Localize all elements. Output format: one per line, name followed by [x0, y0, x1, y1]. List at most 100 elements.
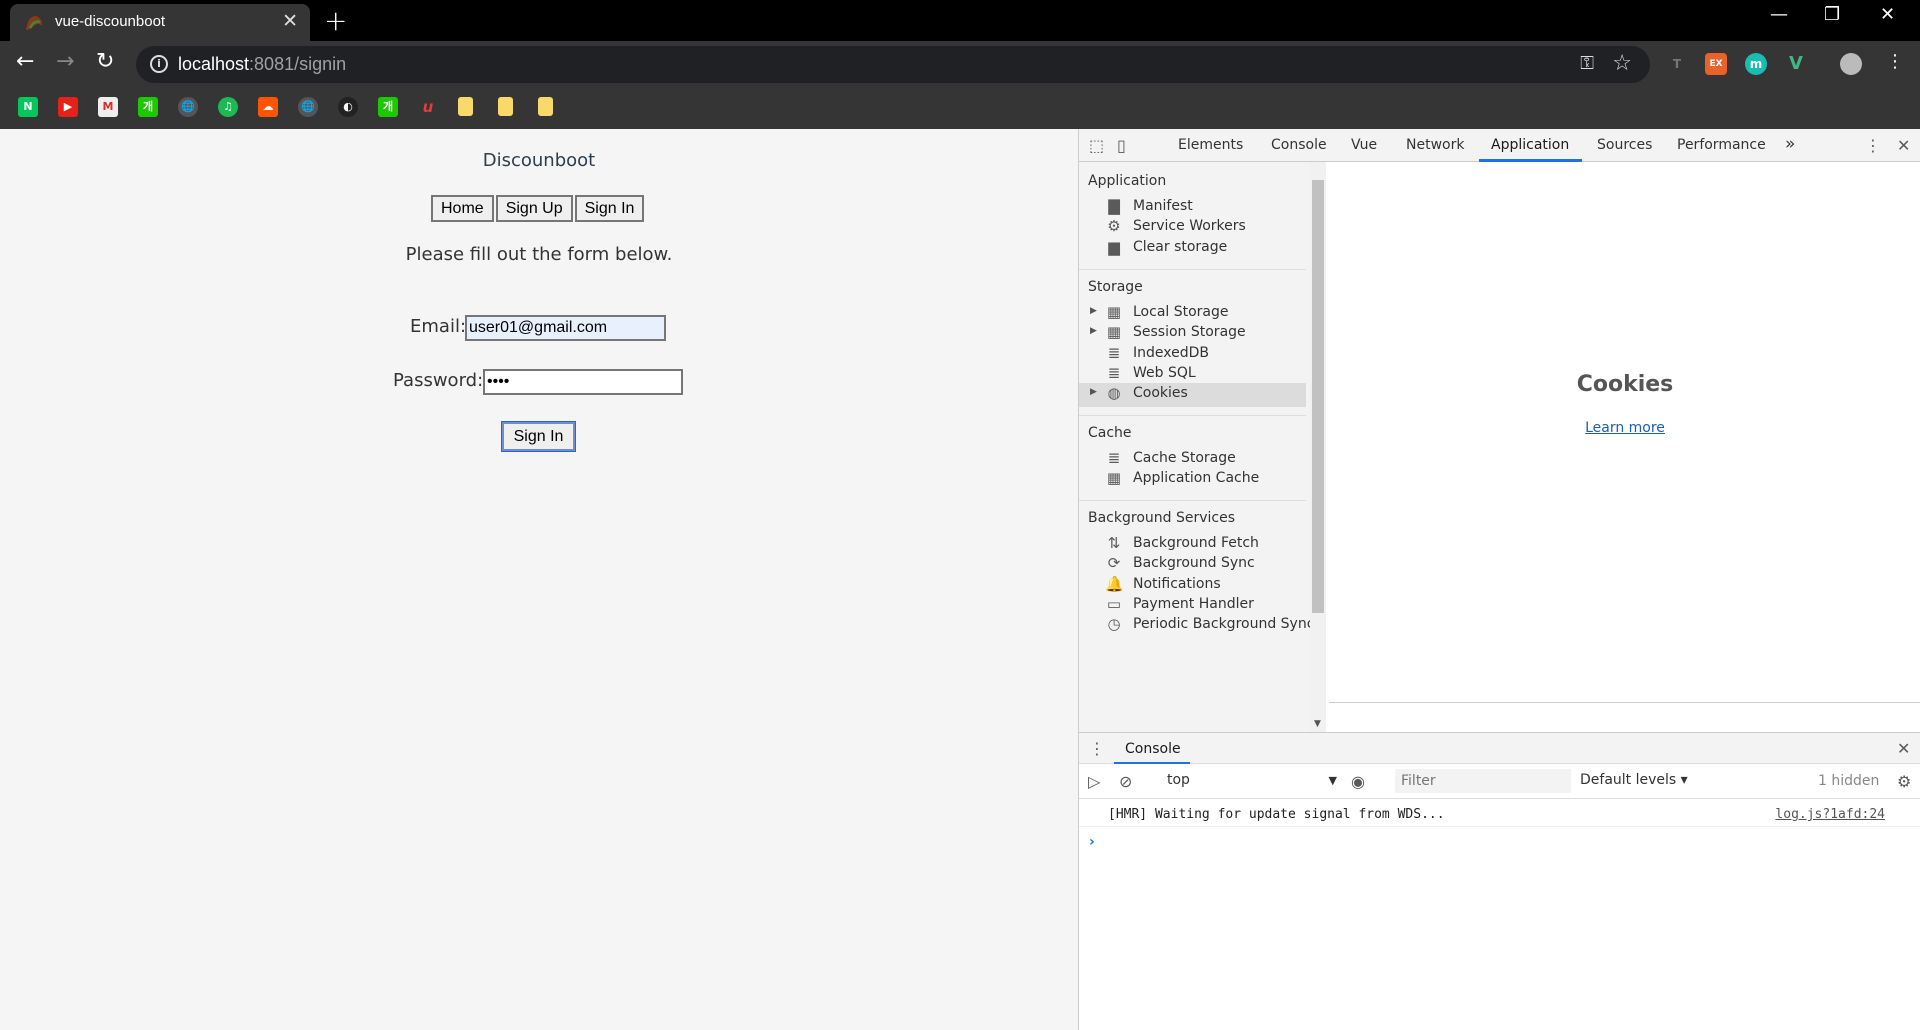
- context-select[interactable]: top ▼: [1167, 772, 1337, 788]
- vue-devtools-icon[interactable]: V: [1785, 53, 1807, 75]
- form-instructions: Please fill out the form below.: [405, 244, 673, 265]
- learn-more-link[interactable]: Learn more: [1329, 420, 1920, 436]
- url-text[interactable]: localhost:8081/signin: [178, 54, 346, 75]
- bookmark-folder-icon[interactable]: [458, 97, 473, 116]
- bookmark-gmail-icon[interactable]: M: [98, 97, 118, 117]
- divider: [1079, 500, 1306, 501]
- cookie-icon: ◍: [1107, 384, 1121, 402]
- reload-icon[interactable]: ↻: [96, 49, 114, 74]
- sign-in-submit-button[interactable]: Sign In: [501, 421, 576, 452]
- gear-icon: ⚙: [1107, 217, 1121, 235]
- bookmark-u-icon[interactable]: u: [418, 97, 438, 117]
- sync-icon: ⟳: [1107, 554, 1121, 572]
- tab-network[interactable]: Network: [1406, 137, 1464, 153]
- password-field[interactable]: [483, 369, 683, 395]
- bookmark-star-icon[interactable]: ☆: [1612, 51, 1632, 76]
- email-field[interactable]: [465, 315, 666, 341]
- console-filter-input[interactable]: [1395, 769, 1571, 793]
- drawer-tab-console[interactable]: Console: [1125, 741, 1181, 757]
- console-message-text: [HMR] Waiting for update signal from WDS…: [1108, 807, 1445, 822]
- document-icon: ▇: [1108, 197, 1120, 215]
- tab-application[interactable]: Application: [1491, 137, 1569, 153]
- forward-icon[interactable]: →: [56, 49, 74, 74]
- expand-arrow-icon[interactable]: ▶: [1090, 326, 1097, 336]
- bookmark-spotify-icon[interactable]: ♫: [218, 97, 238, 117]
- application-sidebar: Application ▇ Manifest ⚙ Service Workers…: [1079, 162, 1311, 732]
- window-close-icon[interactable]: ✕: [1880, 4, 1895, 25]
- browser-tab[interactable]: vue-discounboot ✕: [10, 4, 310, 41]
- section-background-services: Background Services: [1088, 510, 1236, 526]
- scroll-down-arrow-icon[interactable]: ▼: [1314, 719, 1321, 729]
- tab-console[interactable]: Console: [1271, 137, 1327, 153]
- bookmark-green-icon[interactable]: 개: [378, 97, 398, 117]
- grid-icon: ▦: [1106, 303, 1122, 321]
- section-storage: Storage: [1088, 279, 1143, 295]
- sidebar-toggle-icon[interactable]: ▷: [1088, 772, 1106, 791]
- tab-vue[interactable]: Vue: [1351, 137, 1377, 153]
- log-levels-dropdown[interactable]: Default levels ▾: [1580, 772, 1688, 788]
- key-icon[interactable]: ⚿: [1580, 53, 1594, 74]
- database-icon: ≣: [1107, 344, 1121, 362]
- tab-elements[interactable]: Elements: [1178, 137, 1243, 153]
- cookies-pane: Cookies Learn more: [1329, 162, 1920, 702]
- browser-tab-strip: vue-discounboot ✕ + — ❐ ✕: [0, 0, 1920, 41]
- drawer-menu-icon[interactable]: ⋮: [1089, 739, 1107, 758]
- devtools-close-icon[interactable]: ✕: [1897, 136, 1915, 155]
- console-toolbar: ▷ ⊘ top ▼ ◉ Default levels ▾ 1 hidden ⚙: [1079, 764, 1920, 799]
- trash-icon: ▆: [1108, 238, 1120, 256]
- clear-console-icon[interactable]: ⊘: [1119, 772, 1137, 791]
- minimize-icon[interactable]: —: [1770, 4, 1788, 25]
- extension-t-icon[interactable]: T: [1666, 53, 1688, 75]
- nav-signup-button[interactable]: Sign Up: [495, 195, 573, 222]
- bookmark-globe-icon[interactable]: 🌐: [178, 97, 198, 117]
- restore-icon[interactable]: ❐: [1824, 4, 1840, 25]
- extension-ex-icon[interactable]: EX: [1705, 53, 1727, 75]
- bookmark-youtube-icon[interactable]: ▶: [58, 97, 78, 117]
- site-info-icon[interactable]: i: [150, 55, 168, 73]
- clock-icon: ◷: [1107, 615, 1121, 633]
- password-label: Password:: [393, 370, 484, 391]
- more-tabs-icon[interactable]: »: [1785, 134, 1795, 154]
- nav-home-button[interactable]: Home: [431, 195, 494, 222]
- site-title: Discounboot: [482, 150, 596, 171]
- bookmark-folder-icon[interactable]: [498, 97, 513, 116]
- inspect-element-icon[interactable]: ⬚: [1089, 136, 1107, 155]
- menu-kebab-icon[interactable]: ⋮: [1886, 51, 1904, 72]
- expand-arrow-icon[interactable]: ▶: [1090, 306, 1097, 316]
- bell-icon: 🔔: [1105, 575, 1124, 593]
- device-toolbar-icon[interactable]: ▯: [1117, 136, 1135, 155]
- back-icon[interactable]: ←: [16, 49, 34, 74]
- hidden-count: 1 hidden: [1818, 773, 1880, 789]
- grid-icon: ▦: [1106, 469, 1122, 487]
- bookmark-soundcloud-icon[interactable]: ☁: [258, 97, 278, 117]
- console-prompt[interactable]: ›: [1089, 834, 1095, 850]
- console-message-source-link[interactable]: log.js?1afd:24: [1775, 807, 1885, 822]
- profile-avatar[interactable]: [1840, 53, 1862, 75]
- pane-title: Cookies: [1576, 372, 1674, 397]
- bookmark-folder-icon[interactable]: [538, 97, 553, 116]
- bookmarks-bar: N ▶ M 개 🌐 ♫ ☁ 🌐 ◐ 개 u: [0, 88, 1920, 129]
- tab-performance[interactable]: Performance: [1677, 137, 1766, 153]
- expand-arrow-icon[interactable]: ▶: [1090, 387, 1097, 397]
- scrollbar-thumb[interactable]: [1312, 180, 1324, 613]
- address-bar[interactable]: i localhost:8081/signin ⚿ ☆: [136, 46, 1650, 83]
- extension-m-icon[interactable]: m: [1745, 53, 1767, 75]
- nav-signin-button[interactable]: Sign In: [574, 195, 645, 222]
- database-icon: ≣: [1107, 449, 1121, 467]
- chevron-down-icon: ▼: [1328, 774, 1337, 787]
- new-tab-button[interactable]: +: [324, 4, 347, 37]
- console-settings-gear-icon[interactable]: ⚙: [1897, 772, 1915, 791]
- favicon-icon: [26, 16, 42, 30]
- devtools-menu-icon[interactable]: ⋮: [1865, 136, 1883, 155]
- bookmark-naver-icon[interactable]: N: [18, 97, 38, 117]
- sidebar-scrollbar[interactable]: ▼: [1310, 162, 1326, 732]
- close-tab-icon[interactable]: ✕: [282, 10, 298, 32]
- bookmark-github-icon[interactable]: ◐: [338, 97, 358, 117]
- eye-icon[interactable]: ◉: [1351, 772, 1369, 791]
- browser-toolbar: ← → ↻ i localhost:8081/signin ⚿ ☆ T EX m…: [0, 41, 1920, 88]
- bookmark-green-icon[interactable]: 개: [138, 97, 158, 117]
- drawer-close-icon[interactable]: ✕: [1897, 739, 1915, 758]
- console-drawer-header: ⋮ Console ✕: [1079, 732, 1920, 765]
- bookmark-globe-icon[interactable]: 🌐: [298, 97, 318, 117]
- tab-sources[interactable]: Sources: [1597, 137, 1652, 153]
